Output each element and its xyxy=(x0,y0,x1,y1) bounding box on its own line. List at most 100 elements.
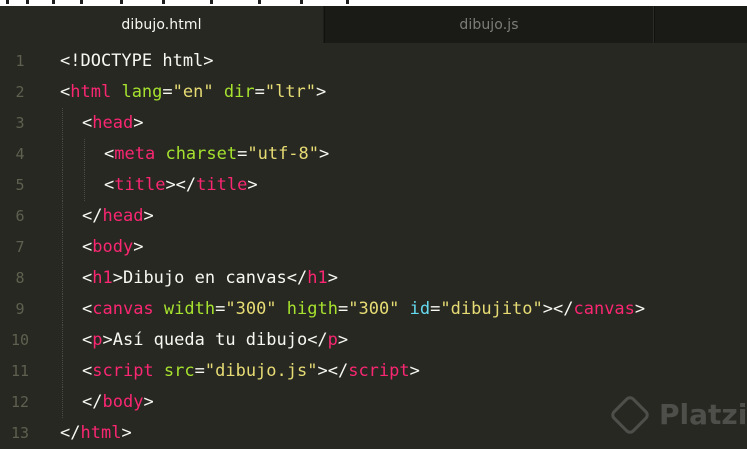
code-token-pun: = xyxy=(215,299,226,319)
line-number: 13 xyxy=(10,424,30,442)
indent-guide xyxy=(62,294,63,325)
code-line[interactable]: 7 <body> xyxy=(0,232,747,263)
code-text: </html> xyxy=(60,418,132,449)
code-text: <head> xyxy=(82,108,143,139)
code-token-pun: </ xyxy=(82,392,103,412)
code-token-tag: meta xyxy=(114,144,156,164)
code-text: <!DOCTYPE html> xyxy=(60,46,214,77)
code-line[interactable]: 2 <html lang="en" dir="ltr"> xyxy=(0,77,747,108)
code-token-pun: = xyxy=(430,299,441,319)
code-token-pun: ></ xyxy=(317,361,349,381)
code-token-str: "dibujo.js" xyxy=(204,361,318,381)
code-line[interactable]: 5 <title></title> xyxy=(0,170,747,201)
code-token-attr: higth xyxy=(286,299,338,319)
code-token-pun xyxy=(154,299,164,319)
code-token-pun: ></ xyxy=(165,175,197,195)
platzi-logo-icon xyxy=(608,393,652,436)
strip-mark xyxy=(80,0,83,4)
code-text: <html lang="en" dir="ltr"> xyxy=(60,77,326,108)
code-token-pun: = xyxy=(237,144,248,164)
code-token-pun: < xyxy=(60,82,71,102)
code-token-tag: p xyxy=(92,330,103,350)
code-token-pun: > xyxy=(143,206,154,226)
tab-label: dibujo.html xyxy=(121,16,202,33)
strip-mark xyxy=(346,0,349,4)
code-token-pun xyxy=(155,144,165,164)
code-token-tag: html xyxy=(70,82,112,102)
code-token-tag: h1 xyxy=(307,268,328,288)
indent-guide xyxy=(62,201,63,232)
line-number: 4 xyxy=(15,145,25,163)
code-token-pun: > xyxy=(121,423,132,443)
code-token-attr: lang xyxy=(121,82,163,102)
line-number: 5 xyxy=(15,176,25,194)
code-line[interactable]: 1 <!DOCTYPE html> xyxy=(0,46,747,77)
code-token-pun xyxy=(154,361,164,381)
code-line[interactable]: 4 <meta charset="utf-8"> xyxy=(0,139,747,170)
code-token-pun xyxy=(111,82,121,102)
tab-dibujo-js[interactable]: dibujo.js xyxy=(324,6,654,43)
code-token-pun xyxy=(214,82,224,102)
code-token-pun: < xyxy=(82,361,93,381)
code-token-pun: > xyxy=(133,237,144,257)
indent-guide xyxy=(62,263,63,294)
tab-bar-empty-area xyxy=(654,6,747,43)
code-token-pun: > xyxy=(337,330,349,350)
code-line[interactable]: 3 <head> xyxy=(0,108,747,139)
indent-guide xyxy=(84,139,85,170)
code-token-pun: < xyxy=(82,330,93,350)
indent-guide xyxy=(84,170,85,201)
indent-guide xyxy=(62,325,63,356)
strip-mark xyxy=(300,0,303,4)
code-token-pun: = xyxy=(337,299,349,319)
code-line[interactable]: 9 <canvas width="300" higth="300" id="dib… xyxy=(0,294,747,325)
code-token-tag: canvas xyxy=(92,299,154,319)
line-number: 11 xyxy=(10,362,30,380)
code-token-pun: >Dibujo en canvas</ xyxy=(112,268,308,288)
line-number: 10 xyxy=(10,331,30,349)
code-line[interactable]: 6 </head> xyxy=(0,201,747,232)
code-token-tag: title xyxy=(114,175,166,195)
code-editor[interactable]: 1 <!DOCTYPE html> 2 <html lang="en" dir="lt… xyxy=(0,45,747,446)
tab-dibujo-html[interactable]: dibujo.html xyxy=(0,6,323,43)
code-token-tag: script xyxy=(92,361,154,381)
tab-bar: dibujo.html dibujo.js xyxy=(0,6,747,43)
code-token-pun: < xyxy=(82,237,93,257)
code-token-str: "300" xyxy=(225,299,277,319)
code-token-pun: > xyxy=(634,299,646,319)
indent-guide xyxy=(62,139,63,170)
line-number: 7 xyxy=(15,238,25,256)
code-line[interactable]: 11 <script src="dibujo.js"></script> xyxy=(0,356,747,387)
code-token-attr: dir xyxy=(223,82,255,102)
code-text: <body> xyxy=(82,232,143,263)
strip-mark xyxy=(162,0,165,4)
indent-guide xyxy=(62,170,63,201)
code-token-pun: < xyxy=(104,175,115,195)
code-token-tag: title xyxy=(196,175,248,195)
code-text: </head> xyxy=(82,201,154,232)
strip-mark xyxy=(210,0,213,4)
code-token-pun: > xyxy=(409,361,420,381)
code-token-pun: < xyxy=(82,113,93,133)
code-token-pun: > xyxy=(247,175,258,195)
code-text: <p>Así queda tu dibujo</p> xyxy=(82,325,348,356)
code-token-pun: = xyxy=(194,361,205,381)
line-number: 6 xyxy=(15,207,25,225)
code-token-pun: < xyxy=(104,144,115,164)
code-line[interactable]: 10 <p>Así queda tu dibujo</p> xyxy=(0,325,747,356)
code-text: <title></title> xyxy=(104,170,258,201)
code-token-pun: < xyxy=(82,299,93,319)
watermark-text: Platzi xyxy=(659,398,747,431)
strip-mark xyxy=(258,0,261,4)
code-text: <h1>Dibujo en canvas</h1> xyxy=(82,263,338,294)
code-token-str: "dibujito" xyxy=(440,299,543,319)
code-token-attr: src xyxy=(163,361,195,381)
code-line[interactable]: 8 <h1>Dibujo en canvas</h1> xyxy=(0,263,747,294)
code-token-tag: h1 xyxy=(92,268,113,288)
code-token-str: "utf-8" xyxy=(247,144,320,164)
code-token-id: id xyxy=(409,299,431,319)
code-token-pun: ></ xyxy=(542,299,574,319)
code-text: </body> xyxy=(82,387,154,418)
code-token-attr: charset xyxy=(165,144,238,164)
code-token-pun: > xyxy=(133,113,144,133)
